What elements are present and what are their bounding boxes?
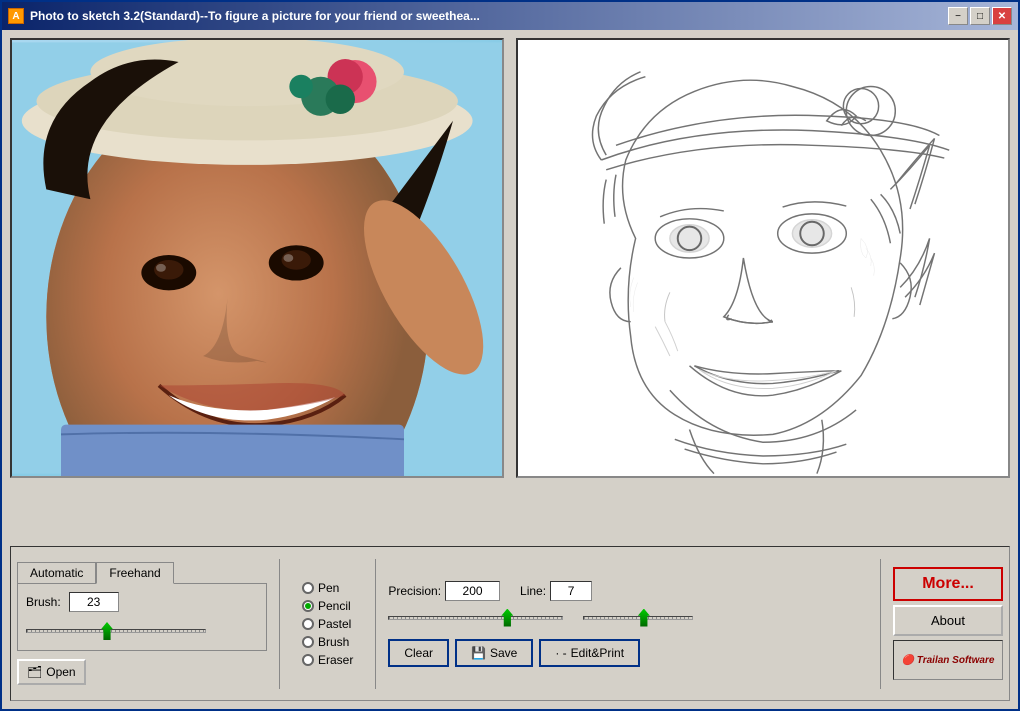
radio-pastel[interactable]: Pastel xyxy=(302,617,353,631)
line-input[interactable] xyxy=(550,581,592,601)
divider-1 xyxy=(279,559,280,689)
title-bar: A Photo to sketch 3.2(Standard)--To figu… xyxy=(2,2,1018,30)
tab-automatic[interactable]: Automatic xyxy=(17,562,96,584)
precision-input[interactable] xyxy=(445,581,500,601)
radio-pen-label: Pen xyxy=(318,581,339,595)
line-label: Line: xyxy=(520,584,546,598)
edit-print-button[interactable]: · - Edit&Print xyxy=(539,639,640,667)
radio-pencil-label: Pencil xyxy=(318,599,351,613)
title-bar-controls: − □ ✕ xyxy=(948,7,1012,25)
logo-box: 🔴 Trailan Software xyxy=(893,640,1003,680)
action-buttons-row: Clear 💾 Save · - Edit&Print xyxy=(388,639,868,667)
precision-label: Precision: xyxy=(388,584,441,598)
photo-panel xyxy=(10,38,504,478)
more-button[interactable]: More... xyxy=(893,567,1003,601)
main-window: A Photo to sketch 3.2(Standard)--To figu… xyxy=(0,0,1020,711)
radio-eraser-circle[interactable] xyxy=(302,654,314,666)
sketch-panel xyxy=(516,38,1010,478)
save-icon: 💾 xyxy=(471,646,486,660)
radio-eraser-label: Eraser xyxy=(318,653,353,667)
close-button[interactable]: ✕ xyxy=(992,7,1012,25)
tab-content: Brush: xyxy=(17,583,267,651)
radio-eraser[interactable]: Eraser xyxy=(302,653,353,667)
app-icon: A xyxy=(8,8,24,24)
right-panel: More... About 🔴 Trailan Software xyxy=(893,567,1003,680)
maximize-button[interactable]: □ xyxy=(970,7,990,25)
tab-freehand[interactable]: Freehand xyxy=(96,562,173,584)
line-slider-track xyxy=(583,616,693,620)
sketch-image xyxy=(518,40,1008,476)
brush-label: Brush: xyxy=(26,595,61,609)
brush-slider[interactable] xyxy=(26,620,206,642)
brush-slider-track xyxy=(26,629,206,633)
radio-pen-circle[interactable] xyxy=(302,582,314,594)
logo-text: 🔴 Trailan Software xyxy=(902,655,995,666)
brush-input[interactable] xyxy=(69,592,119,612)
main-content: Automatic Freehand Brush: 🗂 Open xyxy=(2,30,1018,709)
about-button[interactable]: About xyxy=(893,605,1003,636)
radio-brush-label: Brush xyxy=(318,635,349,649)
radio-brush-circle[interactable] xyxy=(302,636,314,648)
open-button[interactable]: 🗂 Open xyxy=(17,659,86,685)
tab-bar: Automatic Freehand xyxy=(17,562,174,584)
radio-pencil-circle[interactable] xyxy=(302,600,314,612)
minimize-button[interactable]: − xyxy=(948,7,968,25)
radio-pen[interactable]: Pen xyxy=(302,581,353,595)
image-area xyxy=(10,38,1010,540)
radio-pencil[interactable]: Pencil xyxy=(302,599,353,613)
radio-brush[interactable]: Brush xyxy=(302,635,353,649)
divider-2 xyxy=(375,559,376,689)
precision-slider-track xyxy=(388,616,563,620)
folder-icon: 🗂 xyxy=(27,665,42,679)
radio-section: Pen Pencil Pastel Brush Eraser xyxy=(302,581,353,667)
photo-image xyxy=(12,40,502,476)
clear-button[interactable]: Clear xyxy=(388,639,449,667)
divider-3 xyxy=(880,559,881,689)
radio-pastel-label: Pastel xyxy=(318,617,351,631)
window-title: Photo to sketch 3.2(Standard)--To figure… xyxy=(30,9,948,23)
tabs-section: Automatic Freehand Brush: 🗂 Open xyxy=(17,562,267,685)
edit-icon: · - xyxy=(555,646,566,660)
radio-pastel-circle[interactable] xyxy=(302,618,314,630)
save-button[interactable]: 💾 Save xyxy=(455,639,533,667)
controls-panel: Automatic Freehand Brush: 🗂 Open xyxy=(10,546,1010,701)
brush-row: Brush: xyxy=(26,592,258,612)
